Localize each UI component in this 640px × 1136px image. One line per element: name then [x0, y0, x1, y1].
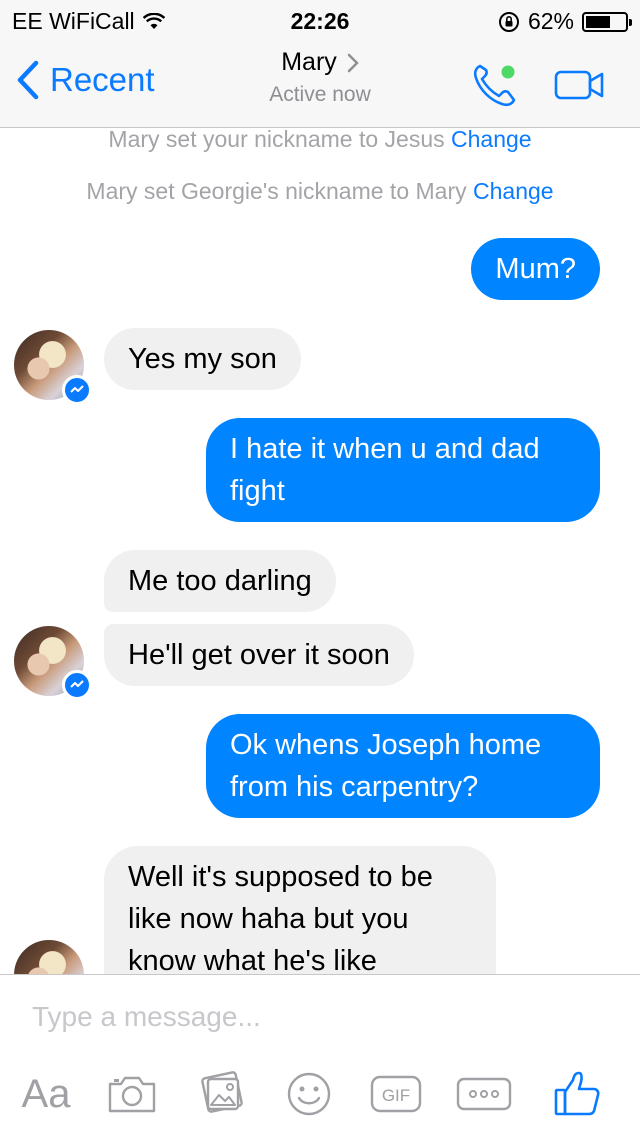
outgoing-message[interactable]: I hate it when u and dad fight [206, 418, 600, 522]
contact-status: Active now [269, 83, 371, 106]
rotation-lock-icon [498, 11, 519, 32]
change-nickname-link[interactable]: Change [451, 126, 532, 152]
incoming-message[interactable]: He'll get over it soon [104, 624, 414, 686]
status-bar: EE WiFiCall 22:26 62% [0, 0, 640, 40]
composer-toolbar: Aa GIF [0, 1067, 640, 1121]
incoming-message[interactable]: Me too darling [104, 550, 336, 612]
battery-percent: 62% [527, 8, 574, 34]
photo-icon[interactable] [196, 1067, 248, 1121]
video-camera-icon [554, 70, 604, 100]
more-icon[interactable] [456, 1067, 512, 1121]
nav-bar: Recent Mary Active now [0, 40, 640, 128]
status-right: 62% [498, 8, 632, 35]
battery-level [586, 15, 610, 28]
outgoing-message[interactable]: Mum? [471, 238, 600, 300]
contact-name-row: Mary [281, 48, 359, 77]
emoji-icon[interactable] [286, 1067, 332, 1121]
contact-name: Mary [281, 48, 337, 76]
system-message: Mary set Georgie's nickname to Mary Chan… [86, 178, 554, 204]
camera-icon[interactable] [106, 1067, 158, 1121]
messenger-badge-icon [62, 375, 92, 405]
gif-icon[interactable]: GIF [370, 1067, 422, 1121]
outgoing-message[interactable]: Ok whens Joseph home from his carpentry? [206, 714, 600, 818]
system-message: Mary set your nickname to Jesus Change [108, 126, 532, 152]
battery-icon [582, 11, 632, 32]
change-nickname-link[interactable]: Change [473, 178, 554, 204]
chevron-right-icon [347, 53, 359, 72]
incoming-message[interactable]: Yes my son [104, 328, 301, 390]
message-input[interactable]: Type a message... [32, 1001, 261, 1033]
conversation-title[interactable]: Mary Active now [0, 48, 640, 107]
text-style-icon[interactable]: Aa [18, 1067, 74, 1121]
phone-icon [473, 64, 516, 107]
like-icon[interactable] [552, 1067, 602, 1121]
messenger-badge-icon [62, 670, 92, 700]
svg-text:GIF: GIF [382, 1086, 410, 1105]
composer: Type a message... Aa GIF [0, 974, 640, 1136]
video-call-button[interactable] [554, 70, 606, 105]
online-dot [501, 65, 515, 79]
voice-call-button[interactable] [470, 60, 526, 113]
